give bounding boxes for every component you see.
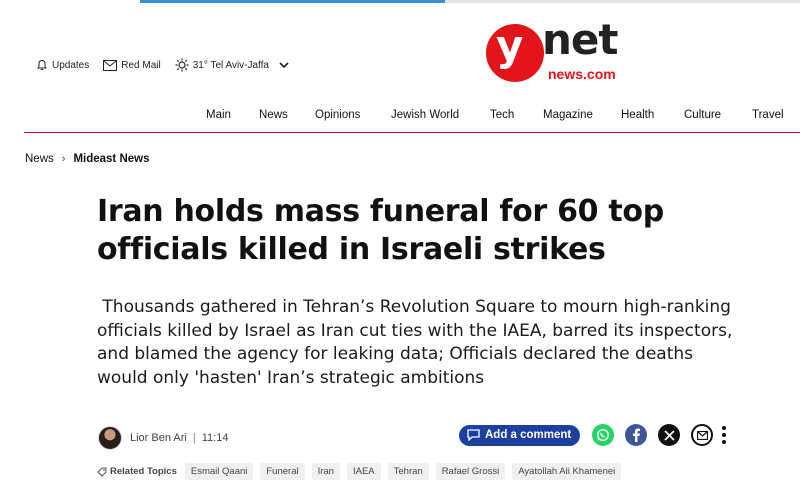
add-comment-label: Add a comment — [485, 429, 572, 441]
tag-icon — [97, 467, 107, 477]
facebook-icon — [633, 428, 641, 442]
bell-icon — [37, 59, 47, 71]
more-icon[interactable] — [722, 426, 728, 444]
logo-news: news.com — [548, 66, 616, 82]
facebook-share-button[interactable] — [625, 424, 648, 446]
email-share-button[interactable] — [691, 424, 714, 446]
related-topics-heading: Related Topics — [97, 466, 177, 477]
nav-item-culture[interactable]: Culture — [684, 109, 721, 121]
breadcrumb-mideast-news[interactable]: Mideast News — [73, 153, 149, 165]
top-progress-bar — [140, 0, 445, 3]
more-dot — [722, 426, 727, 430]
x-share-button[interactable] — [658, 424, 681, 446]
nav-item-health[interactable]: Health — [621, 109, 654, 121]
nav-item-tech[interactable]: Tech — [490, 109, 514, 121]
article-title: Iran holds mass funeral for 60 top offic… — [97, 194, 664, 267]
ynet-logo[interactable]: y net news.com — [486, 16, 626, 84]
redmail-link[interactable]: Red Mail — [103, 59, 161, 71]
updates-label: Updates — [52, 59, 90, 71]
mail-icon — [696, 430, 708, 440]
article-subtitle: Thousands gathered in Tehran’s Revolutio… — [97, 297, 738, 388]
byline-separator: | — [192, 432, 196, 444]
x-icon — [664, 429, 675, 441]
top-progress-track — [445, 0, 800, 3]
related-topics: Related Topics Esmail Qaani Funeral Iran… — [97, 463, 628, 480]
nav-item-jewish-world[interactable]: Jewish World — [391, 109, 459, 121]
related-tag[interactable]: Rafael Grossi — [435, 463, 506, 480]
redmail-label: Red Mail — [121, 59, 161, 71]
nav-item-main[interactable]: Main — [206, 109, 231, 121]
byline: Lior Ben Ari | 11:14 — [98, 426, 228, 450]
mail-envelope-icon — [103, 59, 118, 71]
related-tag[interactable]: Ayatollah Ali Khamenei — [512, 463, 622, 480]
more-dot — [722, 433, 727, 437]
add-comment-button[interactable]: Add a comment — [459, 424, 581, 446]
nav-item-news[interactable]: News — [259, 109, 288, 121]
breadcrumb: News › Mideast News — [25, 153, 150, 165]
chevron-down-icon[interactable] — [279, 61, 289, 69]
header-utility: Updates Red Mail 31° Tel Aviv-Jaffa — [36, 58, 289, 72]
sun-icon — [175, 58, 189, 72]
related-tag[interactable]: Funeral — [260, 463, 305, 480]
logo-y: y — [496, 21, 524, 70]
article-actions: Add a comment — [459, 424, 728, 446]
nav-item-magazine[interactable]: Magazine — [543, 109, 593, 121]
related-tag[interactable]: Iran — [311, 463, 340, 480]
updates-link[interactable]: Updates — [36, 59, 89, 71]
whatsapp-share-button[interactable] — [592, 424, 615, 446]
breadcrumb-news[interactable]: News — [25, 153, 54, 165]
publish-time: 11:14 — [201, 432, 229, 444]
author-avatar[interactable] — [98, 426, 122, 450]
nav-divider — [24, 132, 800, 133]
more-dot — [722, 440, 727, 444]
author-name[interactable]: Lior Ben Ari — [130, 432, 187, 444]
weather-widget[interactable]: 31° Tel Aviv-Jaffa — [175, 58, 289, 72]
comment-icon — [467, 429, 480, 441]
related-tag[interactable]: Esmail Qaani — [184, 463, 254, 480]
related-tag[interactable]: Tehran — [387, 463, 429, 480]
whatsapp-icon — [597, 428, 610, 442]
nav-item-opinions[interactable]: Opinions — [315, 109, 360, 121]
related-topics-label: Related Topics — [110, 466, 177, 477]
related-tag[interactable]: IAEA — [346, 463, 381, 480]
weather-label: 31° Tel Aviv-Jaffa — [192, 59, 269, 71]
chevron-right-icon: › — [61, 153, 66, 165]
main-nav: Main News Opinions Jewish World Tech Mag… — [0, 109, 800, 125]
nav-item-travel[interactable]: Travel — [752, 109, 784, 121]
logo-net: net — [542, 15, 618, 64]
